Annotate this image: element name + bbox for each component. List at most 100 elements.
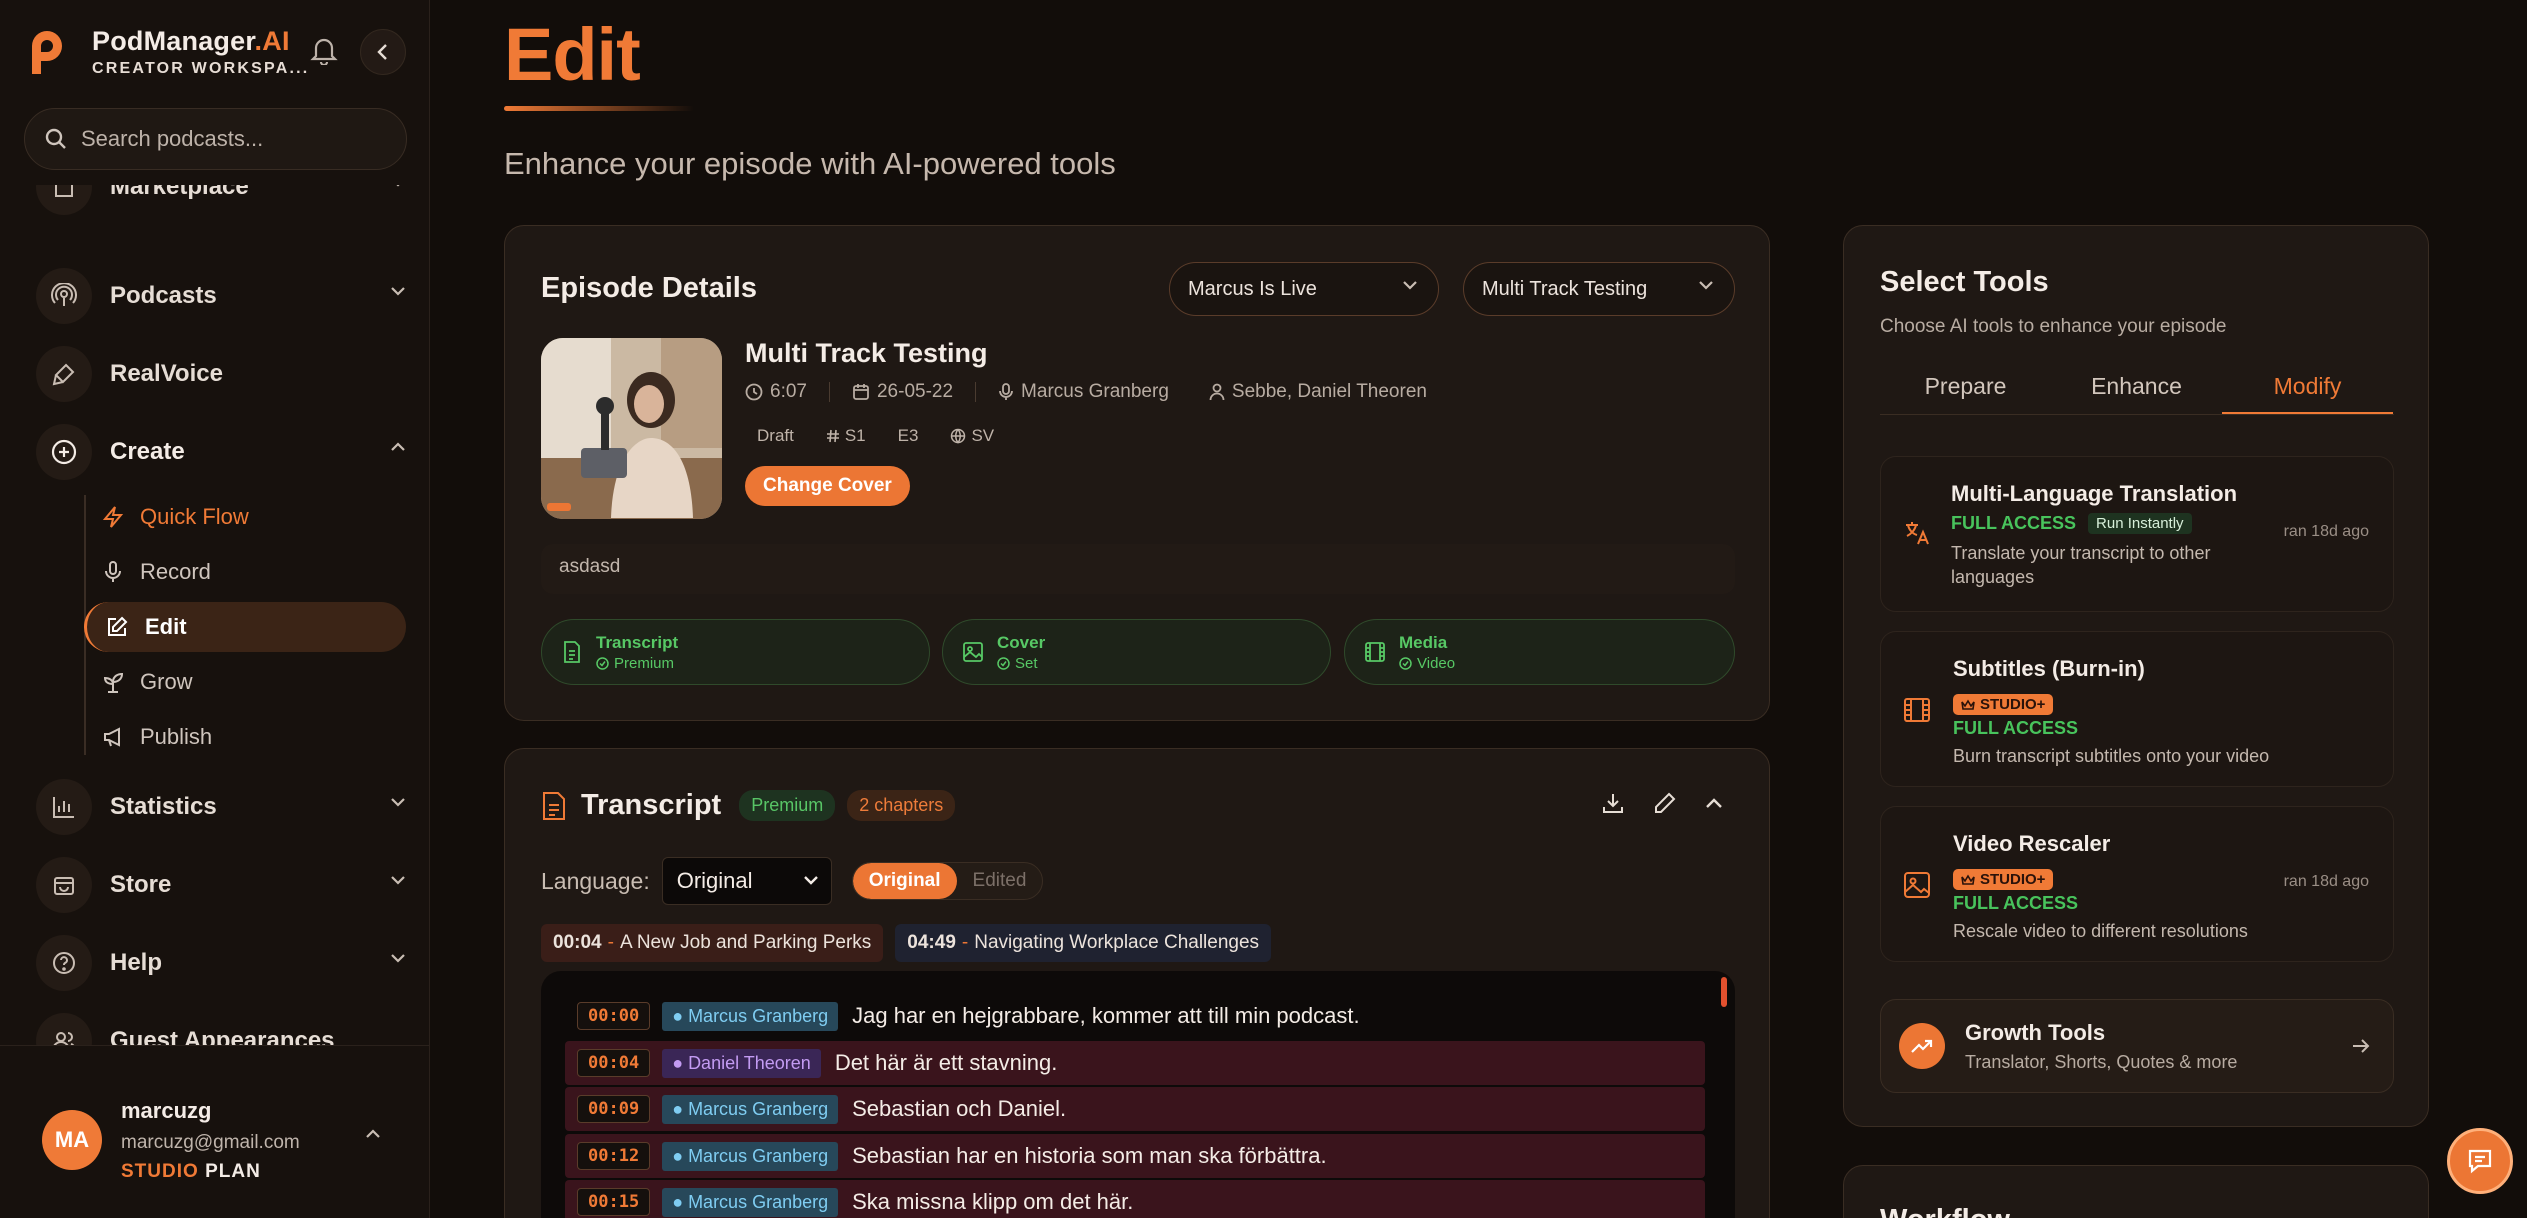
- nav-grow-label: Grow: [140, 669, 193, 694]
- brand[interactable]: PodManager.AI CREATOR WORKSPA...: [26, 26, 309, 78]
- tool-description: Translate your transcript to other langu…: [1951, 543, 2211, 587]
- transcript-line[interactable]: 00:04 ● Daniel Theoren Det här är ett st…: [565, 1041, 1705, 1085]
- nav-realvoice[interactable]: RealVoice: [36, 342, 406, 406]
- timestamp[interactable]: 00:12: [577, 1142, 651, 1170]
- film-icon: [1365, 642, 1385, 662]
- document-icon: [564, 641, 580, 663]
- nav-realvoice-label: RealVoice: [110, 360, 223, 387]
- tools-title: Select Tools: [1880, 266, 2049, 298]
- nav-publish-label: Publish: [140, 724, 213, 749]
- episode-duration: 6:07: [745, 381, 807, 403]
- growth-tools-subtitle: Translator, Shorts, Quotes & more: [1965, 1052, 2238, 1072]
- microphone-icon: [105, 561, 121, 582]
- speaker-tag[interactable]: ● Marcus Granberg: [662, 1141, 839, 1171]
- chevron-down-icon: [1403, 281, 1417, 290]
- workflow-title: Workflow: [1880, 1204, 2010, 1218]
- timestamp[interactable]: 00:15: [577, 1188, 651, 1216]
- chapters-badge: 2 chapters: [847, 790, 956, 821]
- nav-record[interactable]: Record: [84, 547, 406, 597]
- episode-select[interactable]: Multi Track Testing: [1463, 262, 1735, 316]
- store-icon: [36, 185, 92, 215]
- change-cover-button[interactable]: Change Cover: [745, 466, 910, 506]
- check-circle-icon: [596, 656, 609, 670]
- utterance-text: Det här är ett stavning.: [834, 1050, 1058, 1075]
- pencil-icon[interactable]: [1653, 791, 1677, 815]
- toggle-edited[interactable]: Edited: [957, 863, 1043, 899]
- transcript-line[interactable]: 00:15 ● Marcus Granberg Ska missna klipp…: [565, 1180, 1705, 1218]
- tab-enhance[interactable]: Enhance: [2051, 361, 2222, 414]
- tool-subtitles-burn-in[interactable]: Subtitles (Burn-in) STUDIO+ FULL ACCESS …: [1880, 631, 2394, 787]
- download-icon[interactable]: [1601, 791, 1625, 815]
- chevron-down-icon: [391, 876, 405, 885]
- chapter-item[interactable]: 00:04- A New Job and Parking Perks: [541, 924, 884, 962]
- transcript-line[interactable]: 00:09 ● Marcus Granberg Sebastian och Da…: [565, 1087, 1705, 1131]
- chevron-up-icon[interactable]: [1705, 797, 1723, 809]
- search-box[interactable]: [24, 108, 407, 170]
- bell-icon[interactable]: [306, 32, 342, 68]
- speaker-tag[interactable]: ● Marcus Granberg: [662, 1001, 839, 1031]
- nav-podcasts[interactable]: Podcasts: [36, 264, 406, 328]
- episode-description[interactable]: asdasd: [541, 544, 1735, 594]
- transcript-status[interactable]: Transcript Premium: [541, 619, 930, 685]
- chevron-down-icon: [391, 954, 405, 963]
- podcast-select[interactable]: Marcus Is Live: [1169, 262, 1439, 316]
- transcript-line[interactable]: 00:12 ● Marcus Granberg Sebastian har en…: [565, 1134, 1705, 1178]
- speaker-tag[interactable]: ● Daniel Theoren: [662, 1048, 821, 1078]
- chevron-up-icon[interactable]: [365, 1129, 381, 1139]
- timestamp[interactable]: 00:04: [577, 1049, 651, 1077]
- tool-access: FULL ACCESS: [1953, 718, 2079, 738]
- tab-prepare[interactable]: Prepare: [1880, 361, 2051, 414]
- nav-publish[interactable]: Publish: [84, 712, 406, 762]
- nav-grow[interactable]: Grow: [84, 657, 406, 707]
- user-profile[interactable]: MA marcuzg marcuzg@gmail.com STUDIO PLAN: [0, 1045, 430, 1218]
- page-title: Edit: [504, 13, 641, 96]
- nav-marketplace[interactable]: Marketplace: [36, 185, 406, 219]
- episode-cover-image: [541, 338, 722, 519]
- timestamp[interactable]: 00:00: [577, 1002, 651, 1030]
- language-row: Language: Original Original Edited: [541, 857, 1044, 905]
- media-status[interactable]: Media Video: [1344, 619, 1735, 685]
- transcript-line[interactable]: 00:00 ● Marcus Granberg Jag har en hejgr…: [565, 994, 1705, 1038]
- transcript-status-value: Premium: [614, 654, 675, 672]
- speaker-tag[interactable]: ● Marcus Granberg: [662, 1187, 839, 1217]
- tool-video-rescaler[interactable]: Video Rescaler STUDIO+ FULL ACCESS Resca…: [1880, 806, 2394, 962]
- document-icon: [543, 791, 565, 820]
- nav-guest-appearances[interactable]: Guest Appearances: [36, 1009, 406, 1045]
- collapse-sidebar-button[interactable]: [360, 29, 406, 75]
- utterance-text: Jag har en hejgrabbare, kommer att till …: [852, 1003, 1360, 1028]
- nav-quick-flow[interactable]: Quick Flow: [84, 492, 406, 542]
- cover-status[interactable]: Cover Set: [942, 619, 1331, 685]
- tool-translation[interactable]: Multi-Language Translation FULL ACCESS Ru…: [1880, 456, 2394, 612]
- chapter-item[interactable]: 04:49- Navigating Workplace Challenges: [895, 924, 1272, 962]
- nav-quick-flow-label: Quick Flow: [140, 504, 249, 529]
- nav-edit-label: Edit: [145, 614, 187, 639]
- nav-statistics[interactable]: Statistics: [36, 775, 406, 839]
- nav-store[interactable]: Store: [36, 853, 406, 917]
- hash-icon: [826, 429, 839, 443]
- nav-create[interactable]: Create: [36, 420, 406, 484]
- chevron-down-icon: [391, 287, 405, 296]
- sidebar: PodManager.AI CREATOR WORKSPA... Marketp…: [0, 0, 430, 1218]
- transcript-scrollbar[interactable]: [1721, 977, 1727, 1007]
- tab-modify[interactable]: Modify: [2222, 361, 2393, 414]
- episode-details-card: Episode Details Marcus Is Live Multi Tra…: [504, 225, 1770, 721]
- transcript-body[interactable]: 00:00 ● Marcus Granberg Jag har en hejgr…: [541, 971, 1735, 1218]
- language-label: Language:: [541, 867, 650, 894]
- image-icon: [1904, 872, 1930, 898]
- chat-icon: [2468, 1149, 2492, 1174]
- tool-access: FULL ACCESS Run Instantly: [1951, 513, 2192, 534]
- transcript-actions: [1601, 791, 1723, 815]
- toggle-original[interactable]: Original: [852, 863, 957, 899]
- growth-tools-button[interactable]: Growth Tools Translator, Shorts, Quotes …: [1880, 999, 2394, 1093]
- search-input[interactable]: [81, 126, 401, 152]
- nav-help[interactable]: Help: [36, 931, 406, 995]
- episode-details-title: Episode Details: [541, 272, 757, 304]
- arrow-right-icon: [2353, 1039, 2370, 1053]
- language-select[interactable]: Original: [661, 857, 832, 905]
- chat-support-button[interactable]: [2447, 1128, 2513, 1194]
- user-name: marcuzg: [121, 1098, 212, 1123]
- nav-edit[interactable]: Edit: [84, 602, 406, 652]
- timestamp[interactable]: 00:09: [577, 1095, 651, 1123]
- nav-store-label: Store: [110, 871, 172, 898]
- speaker-tag[interactable]: ● Marcus Granberg: [662, 1094, 839, 1124]
